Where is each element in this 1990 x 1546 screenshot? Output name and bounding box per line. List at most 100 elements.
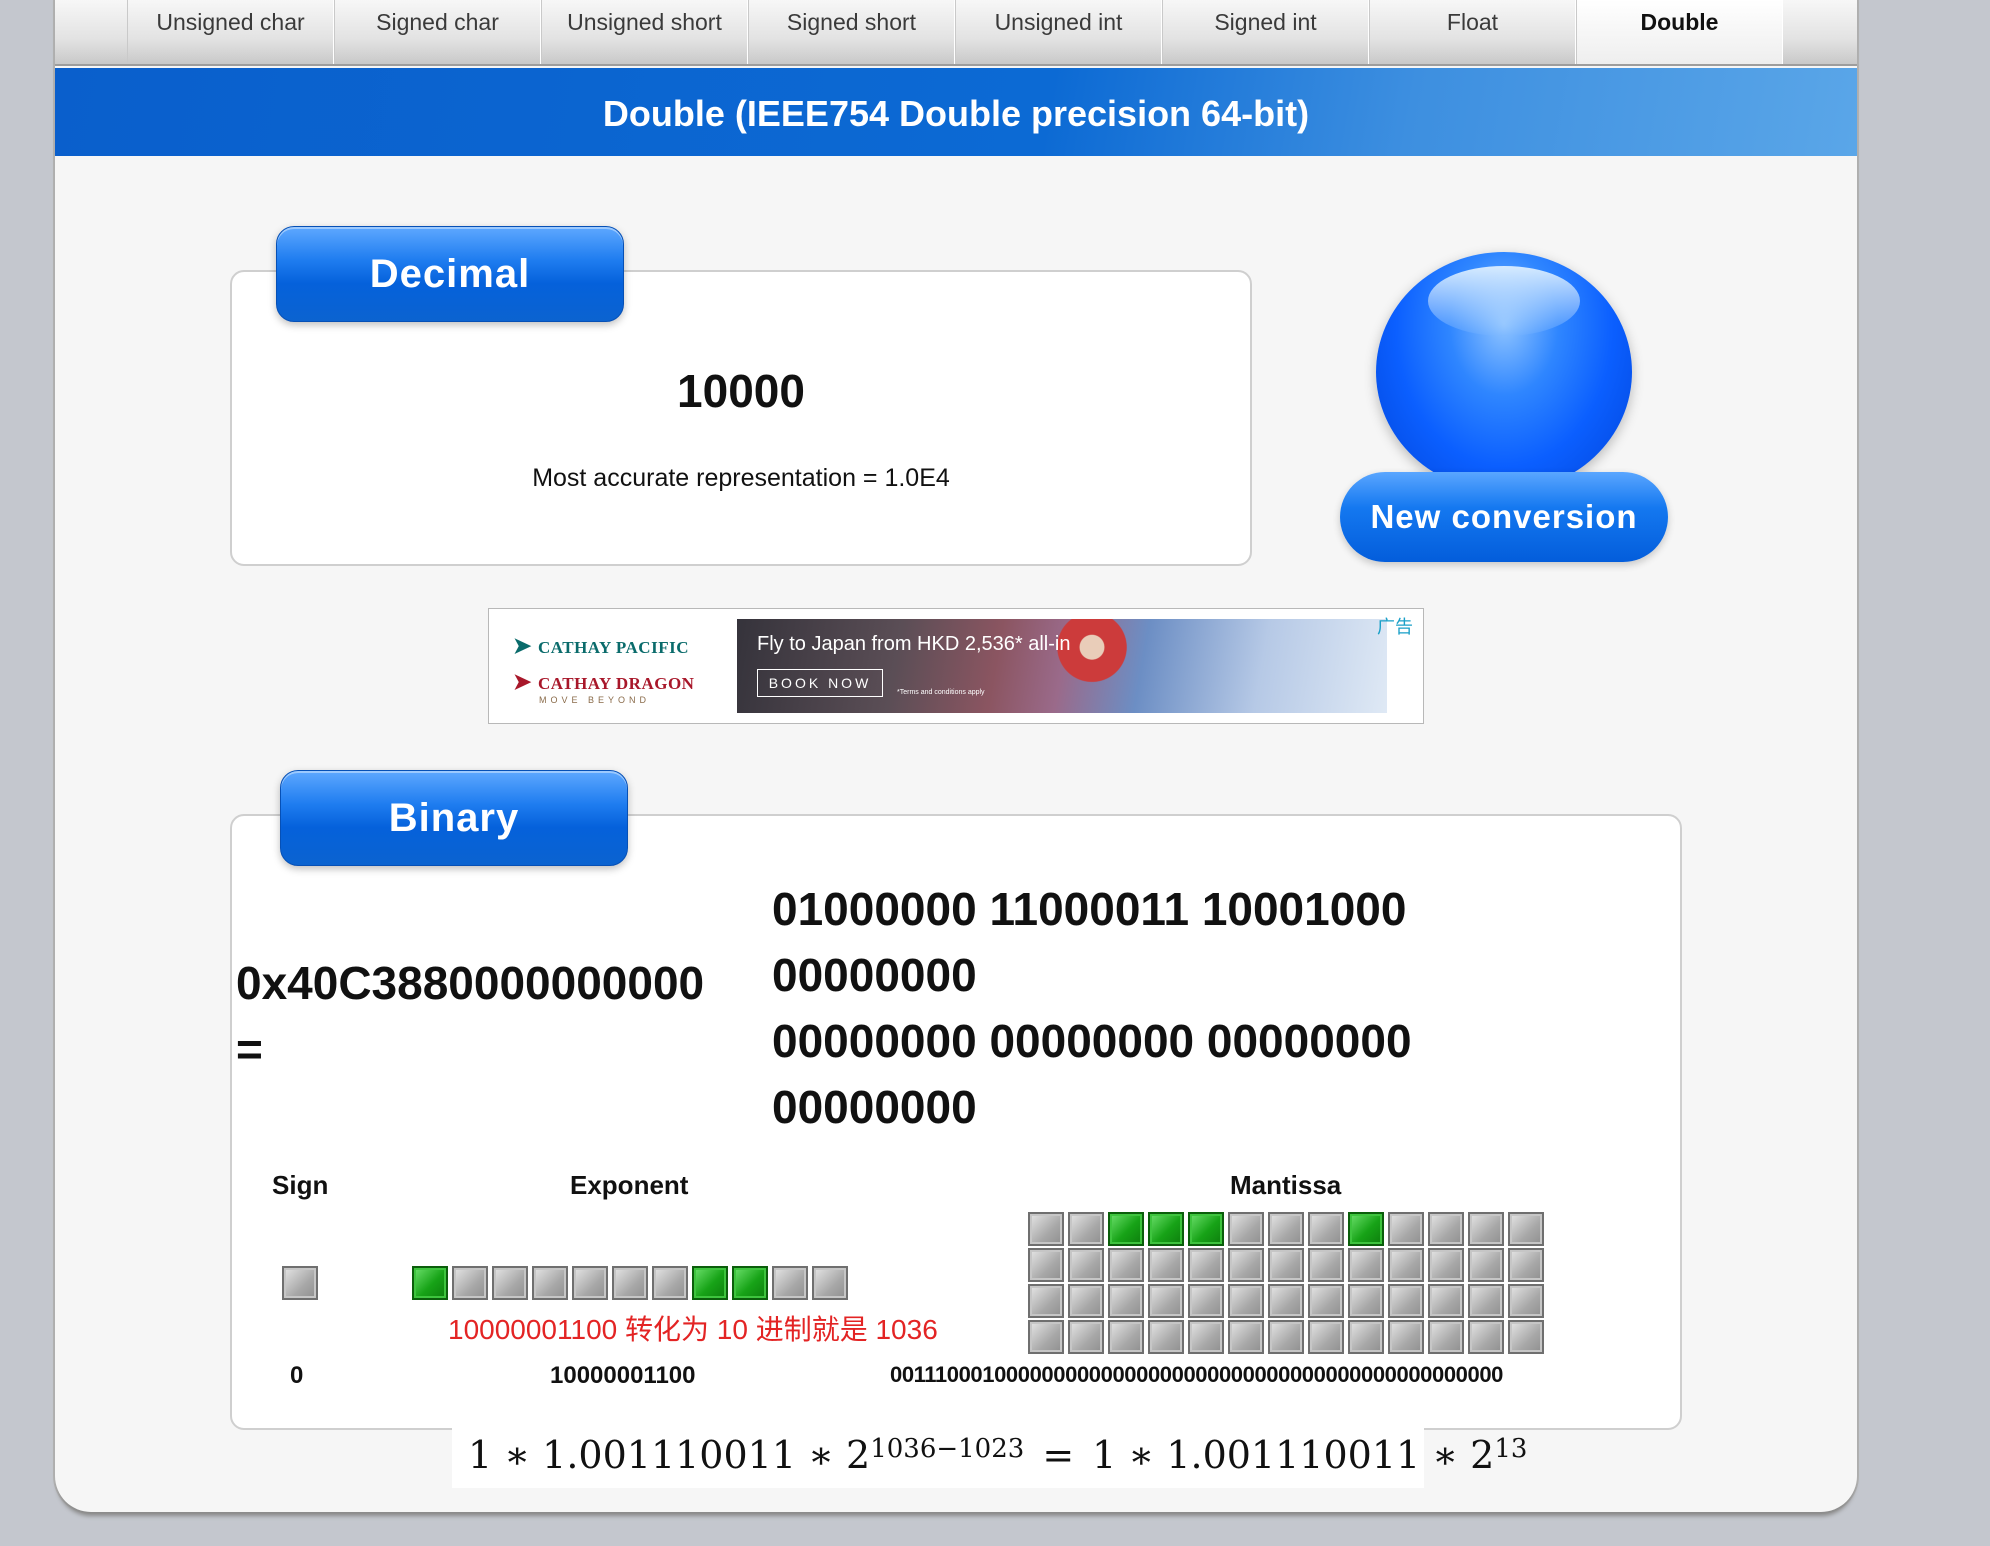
ad-headline: Fly to Japan from HKD 2,536* all-in: [757, 633, 1071, 655]
bit-off: [1308, 1320, 1344, 1354]
bit-off: [1268, 1284, 1304, 1318]
bit-off: [1388, 1248, 1424, 1282]
ad-tagline: MOVE BEYOND: [539, 695, 651, 705]
ad-book-now-button[interactable]: BOOK NOW: [757, 669, 883, 697]
bit-off: [532, 1266, 568, 1300]
bit-off: [1468, 1212, 1504, 1246]
sign-label: Sign: [272, 1170, 329, 1200]
sign-value: 0: [290, 1362, 304, 1389]
ad-brand-cathay-dragon: ➤ CATHAY DRAGON: [513, 669, 694, 695]
bit-off: [772, 1266, 808, 1300]
bit-off: [1068, 1320, 1104, 1354]
formula: 1 ∗ 1.001110011 ∗ 2 1036−1023 = 1 ∗ 1.001…: [452, 1422, 1527, 1488]
bit-off: [1308, 1284, 1344, 1318]
bit-off: [1188, 1320, 1224, 1354]
binary-line: 00000000 00000000 00000000: [772, 1015, 1412, 1067]
binary-line: 00000000: [772, 1081, 977, 1133]
tab-float[interactable]: Float: [1369, 0, 1576, 64]
bit-off: [1428, 1320, 1464, 1354]
bit-off: [1348, 1248, 1384, 1282]
tab-signed-short[interactable]: Signed short: [748, 0, 955, 64]
bit-off: [1148, 1284, 1184, 1318]
bit-off: [1348, 1284, 1384, 1318]
new-conversion-button[interactable]: New conversion: [1340, 472, 1668, 562]
binary-line: 00000000: [772, 949, 977, 1001]
tab-signed-int[interactable]: Signed int: [1162, 0, 1369, 64]
hex-text: 0x40C3880000000000: [236, 957, 705, 1009]
bit-off: [282, 1266, 318, 1300]
bit-on: [732, 1266, 768, 1300]
bit-off: [1148, 1248, 1184, 1282]
binary-string: 01000000 11000011 10001000 00000000 0000…: [772, 876, 1412, 1140]
bit-off: [1268, 1212, 1304, 1246]
hex-value: 0x40C3880000000000 =: [236, 950, 704, 1082]
ad-terms: *Terms and conditions apply: [897, 689, 985, 696]
bit-on: [692, 1266, 728, 1300]
bit-on: [1188, 1212, 1224, 1246]
bit-off: [1388, 1212, 1424, 1246]
ad-brand-cathay-pacific: ➤ CATHAY PACIFIC: [513, 633, 689, 659]
bit-off: [1428, 1284, 1464, 1318]
bit-off: [1228, 1212, 1264, 1246]
formula-left: 1 ∗ 1.001110011 ∗ 2: [468, 1433, 871, 1477]
bit-off: [1108, 1284, 1144, 1318]
bit-off: [1428, 1212, 1464, 1246]
bit-off: [1468, 1248, 1504, 1282]
formula-left-exponent: 1036−1023: [870, 1434, 1025, 1464]
bit-off: [1388, 1320, 1424, 1354]
bit-on: [1348, 1212, 1384, 1246]
binary-section-tab: Binary: [280, 770, 628, 866]
bit-off: [1068, 1212, 1104, 1246]
decimal-section-tab: Decimal: [276, 226, 624, 322]
bit-off: [1028, 1212, 1064, 1246]
bit-off: [1348, 1320, 1384, 1354]
bit-on: [1108, 1212, 1144, 1246]
ad-brand1-text: CATHAY PACIFIC: [537, 638, 689, 657]
bit-off: [1468, 1320, 1504, 1354]
type-tab-bar: Unsigned char Signed char Unsigned short…: [55, 0, 1857, 66]
page-title: Double (IEEE754 Double precision 64-bit): [55, 68, 1857, 156]
bit-off: [1028, 1284, 1064, 1318]
bit-off: [1228, 1248, 1264, 1282]
formula-right-exponent: 13: [1494, 1434, 1528, 1464]
tab-unsigned-short[interactable]: Unsigned short: [541, 0, 748, 64]
bit-off: [1028, 1320, 1064, 1354]
ad-label: 广告: [1377, 617, 1413, 637]
bit-off: [1308, 1248, 1344, 1282]
brushwing-icon: ➤: [513, 669, 532, 694]
exponent-value: 10000001100: [550, 1362, 696, 1389]
mantissa-value: 0011100010000000000000000000000000000000…: [890, 1362, 1504, 1387]
advertisement-banner[interactable]: ➤ CATHAY PACIFIC ➤ CATHAY DRAGON MOVE BEYO…: [488, 608, 1424, 724]
bit-on: [1148, 1212, 1184, 1246]
brushwing-icon: ➤: [513, 633, 532, 658]
tab-signed-char[interactable]: Signed char: [334, 0, 541, 64]
tab-double[interactable]: Double: [1576, 0, 1783, 64]
bit-off: [1508, 1320, 1544, 1354]
ad-image[interactable]: Fly to Japan from HKD 2,536* all-in BOOK…: [737, 619, 1387, 713]
bit-off: [652, 1266, 688, 1300]
exponent-conversion-note: 10000001100 转化为 10 进制就是 1036: [448, 1314, 938, 1345]
bit-off: [1228, 1284, 1264, 1318]
bit-off: [1068, 1284, 1104, 1318]
tab-unsigned-int[interactable]: Unsigned int: [955, 0, 1162, 64]
formula-right: 1 ∗ 1.001110011 ∗ 2: [1092, 1433, 1495, 1477]
bit-off: [1228, 1320, 1264, 1354]
bit-off: [1508, 1212, 1544, 1246]
bit-off: [1388, 1284, 1424, 1318]
bit-off: [1508, 1248, 1544, 1282]
bit-off: [1108, 1248, 1144, 1282]
bit-off: [1188, 1284, 1224, 1318]
tab-unsigned-char[interactable]: Unsigned char: [127, 0, 334, 64]
bit-off: [1188, 1248, 1224, 1282]
bit-off: [1108, 1320, 1144, 1354]
bit-off: [1148, 1320, 1184, 1354]
ad-brand2-text: CATHAY DRAGON: [537, 674, 695, 693]
bit-off: [612, 1266, 648, 1300]
mantissa-label: Mantissa: [1230, 1170, 1342, 1200]
bit-on: [412, 1266, 448, 1300]
exponent-label: Exponent: [570, 1170, 689, 1200]
new-conversion-orb-icon[interactable]: [1376, 252, 1632, 492]
accurate-representation: Most accurate representation = 1.0E4: [532, 464, 950, 492]
formula-equals: =: [1042, 1433, 1075, 1477]
bit-off: [812, 1266, 848, 1300]
